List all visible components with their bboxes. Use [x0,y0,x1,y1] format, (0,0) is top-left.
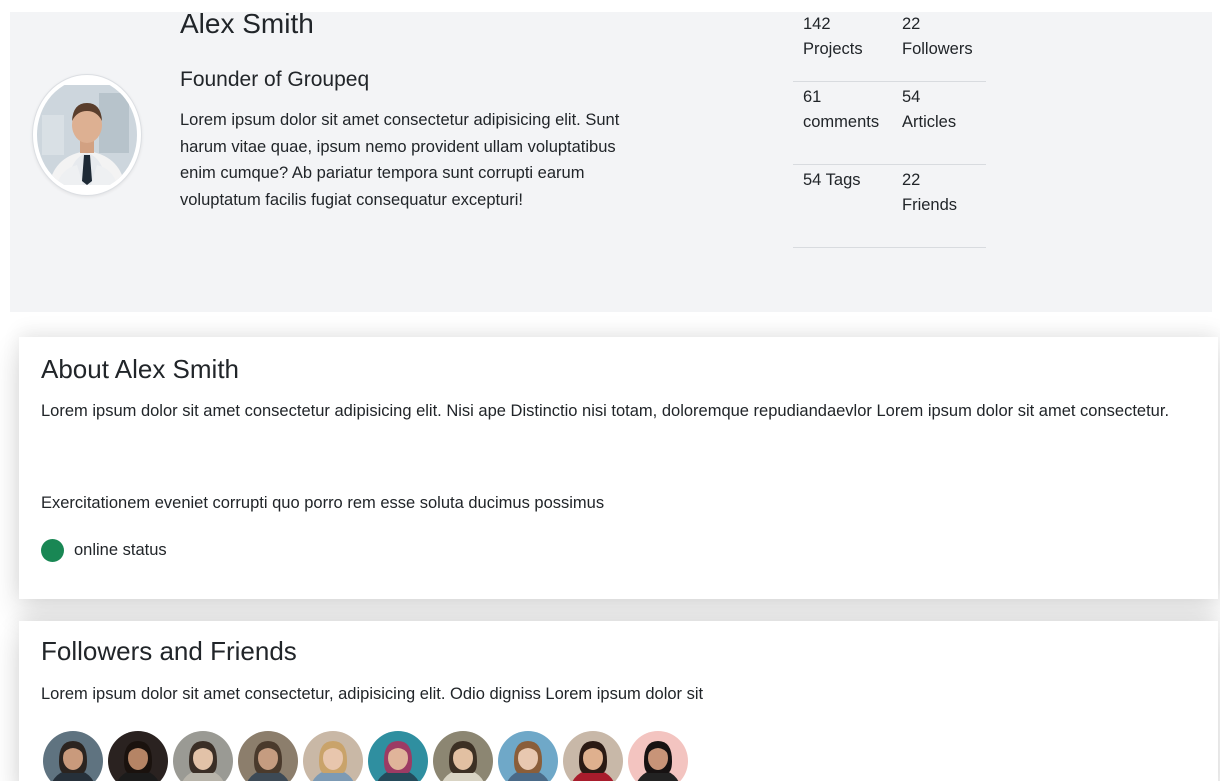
stat-tags: 54 Tags [793,168,892,247]
follower-avatar[interactable] [563,731,623,781]
status-label: online status [74,541,167,559]
stat-value: 142 [803,15,831,33]
stat-value: 22 [902,171,921,189]
friends-avatar-list [43,731,693,781]
profile-stats-table: 142 Projects 22 Followers 61 comments 54… [793,12,986,248]
stat-value: 54 Tags [803,171,861,189]
stat-followers: 22 Followers [892,12,986,81]
about-card: About Alex Smith Lorem ipsum dolor sit a… [19,337,1218,599]
person-avatar-icon [563,731,623,781]
profile-bio: Lorem ipsum dolor sit amet consectetur a… [180,111,620,209]
online-status: online status [41,539,167,562]
about-title: About Alex Smith [41,354,239,384]
follower-avatar[interactable] [433,731,493,781]
person-avatar-icon [43,731,103,781]
stat-value: 54 [902,88,921,106]
profile-avatar [32,74,142,196]
followers-title: Followers and Friends [41,636,297,666]
stat-label: Friends [902,196,958,214]
profile-name: Alex Smith [180,8,314,39]
follower-avatar[interactable] [303,731,363,781]
followers-card: Followers and Friends Lorem ipsum dolor … [19,621,1218,781]
stat-label: Projects [803,40,863,58]
about-paragraph: Lorem ipsum dolor sit amet consectetur a… [41,402,1170,420]
follower-avatar[interactable] [108,731,168,781]
person-avatar-icon [303,731,363,781]
person-avatar-icon [433,731,493,781]
stat-projects: 142 Projects [793,12,892,81]
follower-avatar[interactable] [498,731,558,781]
person-avatar-icon [238,731,298,781]
profile-header: Alex Smith Founder of Groupeq Lorem ipsu… [10,8,1212,312]
follower-avatar[interactable] [238,731,298,781]
stat-label: Articles [902,113,957,131]
stats-row: 61 comments 54 Articles [793,82,986,165]
person-avatar-icon [108,731,168,781]
stat-friends: 22 Friends [892,168,986,247]
person-avatar-icon [368,731,428,781]
follower-avatar[interactable] [173,731,233,781]
person-avatar-icon [37,85,137,185]
follower-avatar[interactable] [628,731,688,781]
stat-label: comments [803,113,880,131]
stats-row: 142 Projects 22 Followers [793,12,986,82]
stats-row: 54 Tags 22 Friends [793,165,986,248]
stat-value: 61 [803,88,822,106]
profile-role: Founder of Groupeq [180,68,370,91]
person-avatar-icon [173,731,233,781]
follower-avatar[interactable] [43,731,103,781]
stat-label: Followers [902,40,973,58]
about-paragraph: Exercitationem eveniet corrupti quo porr… [41,494,605,512]
stat-articles: 54 Articles [892,85,986,164]
stat-comments: 61 comments [793,85,892,164]
status-dot-icon [41,539,64,562]
followers-description: Lorem ipsum dolor sit amet consectetur, … [41,685,704,703]
stat-value: 22 [902,15,921,33]
follower-avatar[interactable] [368,731,428,781]
person-avatar-icon [498,731,558,781]
person-avatar-icon [628,731,688,781]
